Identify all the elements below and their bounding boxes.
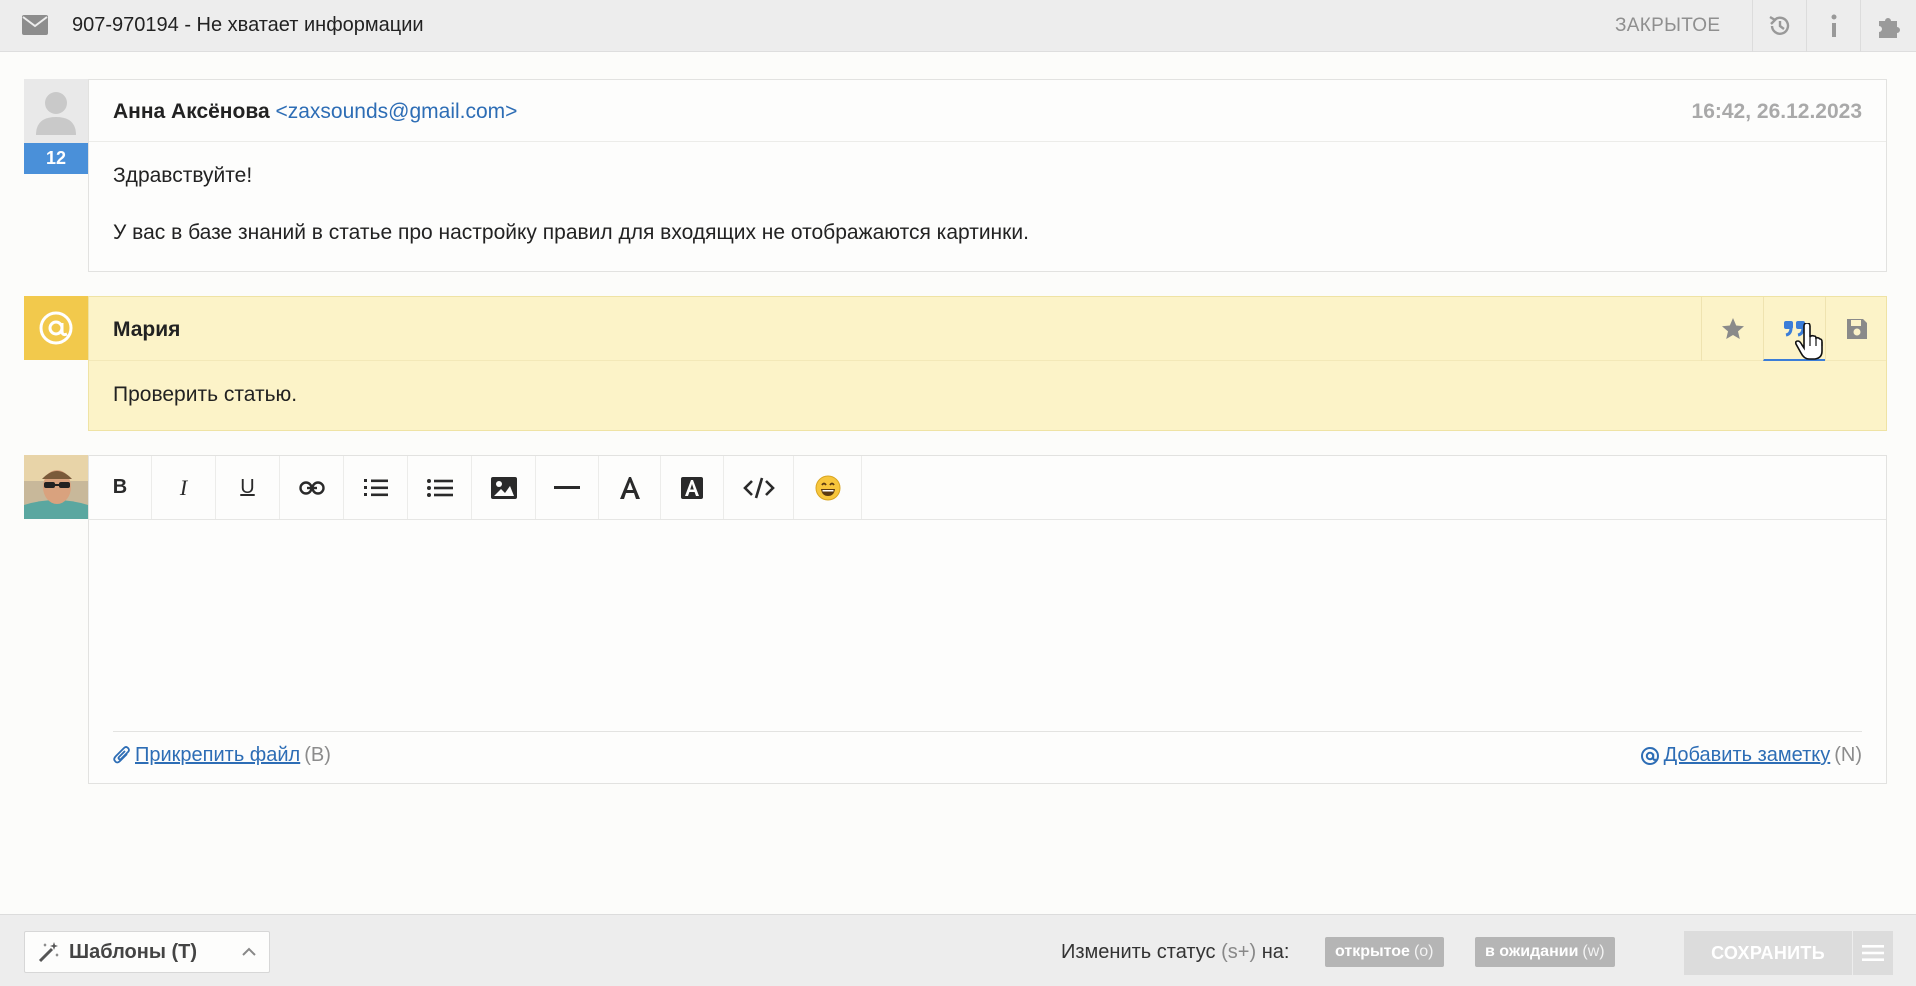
save-button[interactable]: СОХРАНИТЬ: [1684, 931, 1852, 975]
change-status-hotkey: (s+): [1221, 941, 1257, 963]
footer-bar: Шаблоны (T) Изменить статус (s+) на: отк…: [0, 914, 1916, 986]
status-open-button[interactable]: открытое (o): [1325, 937, 1444, 967]
code-button[interactable]: [724, 456, 794, 519]
note-text: Проверить статью.: [113, 383, 298, 406]
reply-text-area[interactable]: [113, 520, 1862, 732]
star-icon: [1721, 318, 1744, 339]
ticket-status-label: ЗАКРЫТОЕ: [1615, 15, 1721, 36]
bullet-list-button[interactable]: [408, 456, 472, 519]
message-body: Здравствуйте! У вас в базе знаний в стат…: [89, 142, 1886, 265]
text-color-button[interactable]: [599, 456, 661, 519]
emoji-button[interactable]: [794, 456, 862, 519]
note-author: Мария: [113, 318, 181, 341]
status-open-label: открытое: [1335, 943, 1410, 960]
image-icon: [490, 476, 517, 499]
insert-image-button[interactable]: [472, 456, 536, 519]
message-sender: Анна Аксёнова <zaxsounds@gmail.com>: [113, 100, 517, 124]
templates-label: Шаблоны (T): [69, 940, 197, 963]
reply-editor: B I U Прикрепить файл (B) Добавить замет…: [88, 455, 1887, 784]
emoji-icon: [815, 475, 840, 500]
star-note-button[interactable]: [1701, 297, 1763, 361]
at-sign-icon: [1640, 746, 1659, 765]
message-paragraph: Здравствуйте!: [113, 164, 253, 187]
agent-avatar: [24, 455, 88, 524]
message-counter-badge: 12: [24, 143, 88, 174]
bold-icon: B: [112, 476, 128, 498]
status-waiting-label: в ожидании: [1485, 943, 1579, 960]
paperclip-icon: [113, 745, 130, 763]
history-button[interactable]: [1752, 0, 1806, 52]
agent-photo: [24, 455, 88, 519]
editor-toolbar: B I U: [89, 456, 1886, 520]
message-paragraph: У вас в базе знаний в статье про настрой…: [113, 221, 1029, 244]
save-note-button[interactable]: [1825, 297, 1887, 361]
message-card: Анна Аксёнова <zaxsounds@gmail.com> 16:4…: [88, 79, 1887, 272]
link-button[interactable]: [280, 456, 344, 519]
hamburger-icon: [1862, 945, 1884, 961]
italic-icon: I: [179, 474, 188, 500]
chevron-up-icon: [242, 947, 256, 956]
numbered-list-button[interactable]: [344, 456, 408, 519]
sender-avatar-block: 12: [24, 79, 88, 174]
sender-name: Анна Аксёнова: [113, 100, 270, 123]
at-sign-icon: [39, 311, 73, 345]
info-icon: [1831, 14, 1836, 37]
code-icon: [742, 477, 775, 498]
text-color-icon: [619, 476, 640, 499]
info-button[interactable]: [1806, 0, 1860, 52]
attach-file: Прикрепить файл (B): [113, 744, 331, 767]
status-open-hotkey: (o): [1413, 943, 1434, 960]
message-date: 16:42, 26.12.2023: [1691, 100, 1862, 123]
horizontal-rule-button[interactable]: [536, 456, 599, 519]
user-placeholder-icon: [36, 92, 76, 135]
change-status-text: Изменить статус: [1061, 941, 1216, 963]
change-status-label: Изменить статус (s+) на:: [1061, 941, 1289, 964]
hand-cursor-icon: [1795, 323, 1823, 360]
templates-button[interactable]: Шаблоны (T): [24, 931, 270, 973]
history-icon: [1768, 15, 1789, 35]
link-icon: [298, 480, 325, 495]
status-waiting-hotkey: (w): [1582, 943, 1605, 960]
puzzle-icon: [1878, 18, 1900, 38]
sender-email[interactable]: <zaxsounds@gmail.com>: [275, 100, 517, 123]
underline-button[interactable]: U: [216, 456, 280, 519]
background-color-button[interactable]: [661, 456, 724, 519]
italic-button[interactable]: I: [152, 456, 216, 519]
attach-file-link[interactable]: Прикрепить файл: [135, 744, 300, 767]
magic-wand-icon: [38, 942, 59, 963]
plugins-button[interactable]: [1860, 0, 1916, 52]
add-note-link[interactable]: Добавить заметку: [1664, 744, 1831, 767]
attach-hotkey: (B): [304, 744, 331, 766]
note-marker: [24, 296, 88, 360]
ticket-header: 907-970194 - Не хватает информации ЗАКРЫ…: [0, 0, 1916, 52]
add-note: Добавить заметку (N): [1640, 744, 1862, 767]
underline-icon: U: [240, 476, 255, 498]
status-waiting-button[interactable]: в ожидании (w): [1475, 937, 1615, 967]
bold-button[interactable]: B: [89, 456, 152, 519]
mail-icon: [22, 15, 48, 35]
bullet-list-icon: [426, 478, 453, 497]
message-header: Анна Аксёнова <zaxsounds@gmail.com> 16:4…: [89, 80, 1886, 142]
internal-note-card: Мария Проверить статью.: [88, 296, 1887, 431]
note-header: Мария: [89, 297, 1886, 361]
ticket-title: 907-970194 - Не хватает информации: [72, 14, 424, 36]
change-status-on: на:: [1261, 941, 1290, 963]
add-note-hotkey: (N): [1834, 744, 1862, 766]
avatar: [24, 79, 88, 143]
background-color-icon: [681, 476, 703, 499]
horizontal-rule-icon: [554, 485, 580, 489]
more-menu-button[interactable]: [1853, 931, 1893, 975]
numbered-list-icon: [363, 478, 388, 496]
save-icon: [1846, 319, 1867, 339]
